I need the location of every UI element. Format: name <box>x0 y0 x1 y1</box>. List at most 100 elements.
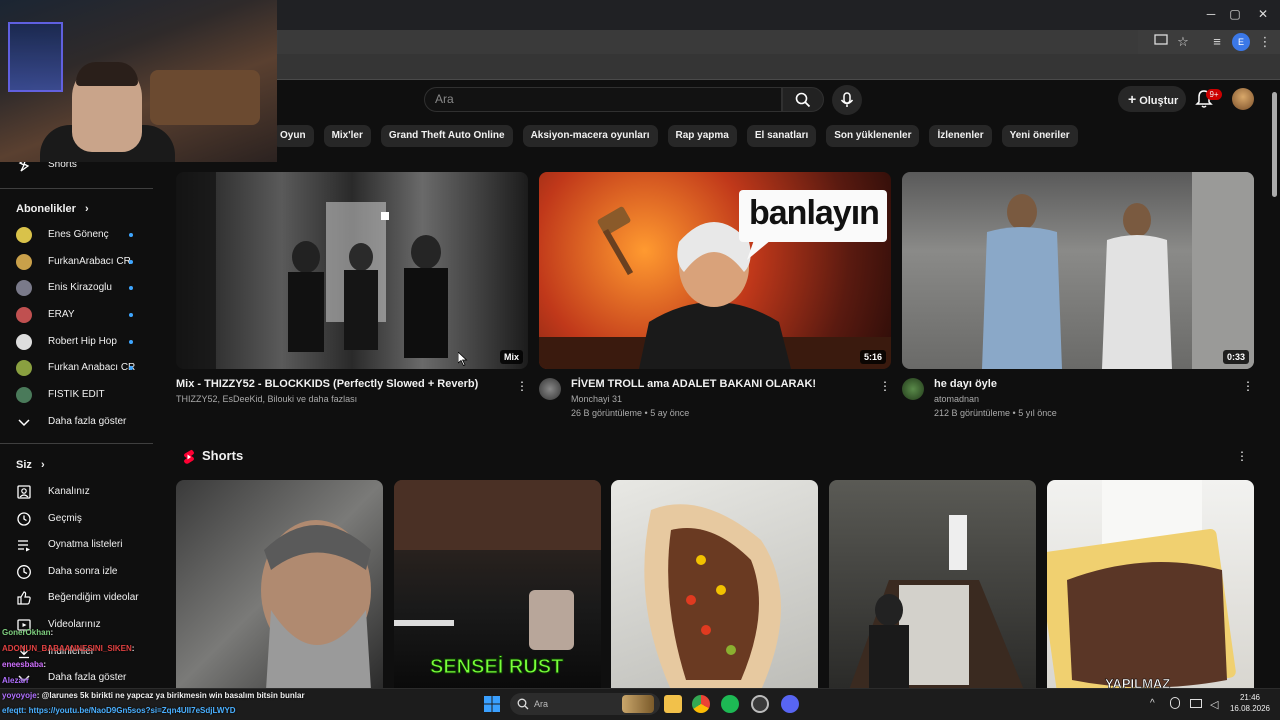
video-duration: 5:16 <box>859 350 886 364</box>
volume-icon[interactable]: ◁ <box>1210 698 1218 711</box>
file-explorer-icon[interactable] <box>664 695 682 713</box>
video-title[interactable]: FİVEM TROLL ama ADALET BAKANI OLARAK! <box>571 378 816 390</box>
shorts-more-icon[interactable]: ⋮ <box>1236 449 1248 463</box>
voice-search-button[interactable] <box>832 85 862 115</box>
subscriptions-heading[interactable]: Abonelikler › <box>16 203 89 215</box>
taskbar-clock[interactable]: 21:46 16.08.2026 <box>1228 692 1272 714</box>
channel-avatar <box>16 254 32 270</box>
close-window-button[interactable]: ✕ <box>1246 0 1280 28</box>
sidebar-item-label: ERAY <box>48 309 75 320</box>
chip-izlenenler[interactable]: İzlenenler <box>929 125 992 147</box>
sidebar-item-subscription[interactable]: ERAY <box>0 302 155 328</box>
channel-avatar[interactable] <box>902 378 924 400</box>
short-thumbnail[interactable] <box>611 480 818 690</box>
tray-chevron-icon[interactable]: ^ <box>1150 698 1155 709</box>
chat-text: : <box>50 628 54 637</box>
short-thumbnail[interactable]: SENSEİ RUST <box>394 480 601 690</box>
search-icon <box>517 698 529 710</box>
spotify-icon[interactable] <box>721 695 739 713</box>
account-avatar[interactable] <box>1232 88 1254 110</box>
sidebar-item-subscription[interactable]: FurkanArabacı CR <box>0 249 155 275</box>
video-thumbnail[interactable]: 0:33 <box>902 172 1254 369</box>
channel-avatar[interactable] <box>539 378 561 400</box>
sidebar-item-show-more[interactable]: Daha fazla göster <box>0 409 155 435</box>
steam-icon[interactable] <box>751 695 769 713</box>
sidebar-item-label: Enes Gönenç <box>48 229 109 240</box>
chip-mixler[interactable]: Mix'ler <box>323 125 371 147</box>
more-actions-icon[interactable]: ⋮ <box>879 379 891 393</box>
chat-username: eneesbaba <box>2 660 44 669</box>
sidebar-item-gecmis[interactable]: Geçmiş <box>0 506 155 532</box>
chat-message: eneesbaba: <box>2 660 46 669</box>
video-channel[interactable]: atomadnan <box>934 394 979 404</box>
browser-menu-icon[interactable]: ⋮ <box>1256 33 1274 51</box>
mix-badge: Mix <box>499 350 523 364</box>
sidebar-item-subscription[interactable]: FISTIK EDIT <box>0 382 155 408</box>
chevron-right-icon: › <box>40 459 45 471</box>
webcam-overlay <box>0 0 277 162</box>
sidebar-item-subscription[interactable]: Enis Kirazoglu <box>0 275 155 301</box>
mic-tray-icon[interactable] <box>1170 697 1180 709</box>
chip-el-sanatlari[interactable]: El sanatları <box>746 125 817 147</box>
you-heading[interactable]: Siz › <box>16 459 45 471</box>
sidebar-item-watch-later[interactable]: Daha sonra izle <box>0 559 155 585</box>
chip-son-yuklenenler[interactable]: Son yüklenenler <box>826 125 920 147</box>
chip-gta-online[interactable]: Grand Theft Auto Online <box>380 125 513 147</box>
chip-aksiyon-macera[interactable]: Aksiyon-macera oyunları <box>522 125 658 147</box>
taskbar-widget-icon[interactable] <box>622 695 654 713</box>
short-image <box>261 520 371 690</box>
more-actions-icon[interactable]: ⋮ <box>516 379 528 393</box>
chip-rap-yapma[interactable]: Rap yapma <box>667 125 737 147</box>
short-thumbnail[interactable] <box>176 480 383 690</box>
clock-time: 21:46 <box>1239 693 1261 702</box>
sidebar-item-kanaliniz[interactable]: Kanalınız <box>0 479 155 505</box>
history-icon <box>17 512 31 526</box>
short-thumbnail[interactable] <box>829 480 1036 690</box>
sidebar-item-liked-videos[interactable]: Beğendiğim videolar <box>0 585 155 611</box>
windows-start-icon[interactable] <box>484 696 500 712</box>
cast-icon[interactable] <box>1152 33 1170 51</box>
short-caption: SENSEİ RUST <box>429 656 564 679</box>
chrome-icon[interactable] <box>692 695 710 713</box>
search-button[interactable] <box>782 87 824 112</box>
media-control-icon[interactable]: ≡ <box>1208 33 1226 51</box>
thumbnail-caption: banlayın <box>749 194 880 232</box>
chip-yeni-oneriler[interactable]: Yeni öneriler <box>1001 125 1078 147</box>
sidebar-item-subscription[interactable]: Robert Hip Hop <box>0 329 155 355</box>
bookmark-star-icon[interactable]: ☆ <box>1174 33 1192 51</box>
channel-avatar <box>16 360 32 376</box>
video-channel[interactable]: Monchayi 31 <box>571 394 622 404</box>
page-scrollbar[interactable] <box>1272 92 1277 197</box>
sidebar-item-subscription[interactable]: Furkan Anabacı CR <box>0 355 155 381</box>
chat-text: : <box>43 660 47 669</box>
create-button[interactable]: + Oluştur <box>1118 86 1186 112</box>
new-content-dot <box>129 313 133 317</box>
url-field[interactable] <box>278 30 1138 54</box>
subscriptions-heading-label: Abonelikler <box>16 203 76 215</box>
thumbnail-image <box>982 172 1254 369</box>
sidebar-item-label: FurkanArabacı CR <box>48 256 131 267</box>
short-image <box>1047 480 1236 690</box>
video-title[interactable]: he dayı öyle <box>934 378 997 390</box>
network-icon[interactable] <box>1190 699 1202 708</box>
chat-text: : <box>131 644 135 653</box>
video-thumbnail[interactable]: Mix <box>176 172 528 369</box>
new-content-dot <box>129 286 133 290</box>
short-thumbnail[interactable]: YAPILMAZ <box>1047 480 1254 690</box>
video-title[interactable]: Mix - THIZZY52 - BLOCKKIDS (Perfectly Sl… <box>176 378 478 390</box>
discord-icon[interactable] <box>781 695 799 713</box>
more-actions-icon[interactable]: ⋮ <box>1242 379 1254 393</box>
taskbar-search-label: Ara <box>534 699 549 709</box>
shorts-logo-icon <box>184 449 194 464</box>
chat-username: ADONUN_BABAANNESINI_SIKEN <box>2 644 132 653</box>
video-channel[interactable]: THIZZY52, EsDeeKid, Bilouki ve daha fazl… <box>176 394 357 404</box>
chevron-down-icon <box>18 419 30 427</box>
profile-avatar[interactable]: E <box>1232 33 1250 51</box>
sidebar-divider <box>0 443 153 444</box>
sidebar-item-playlists[interactable]: Oynatma listeleri <box>0 532 155 558</box>
chip-oyun[interactable]: Oyun <box>272 125 314 147</box>
mouse-cursor-icon <box>458 352 468 366</box>
search-input[interactable]: Ara <box>424 87 782 112</box>
sidebar-item-subscription[interactable]: Enes Gönenç <box>0 222 155 248</box>
video-thumbnail[interactable]: banlayın 5:16 <box>539 172 891 369</box>
